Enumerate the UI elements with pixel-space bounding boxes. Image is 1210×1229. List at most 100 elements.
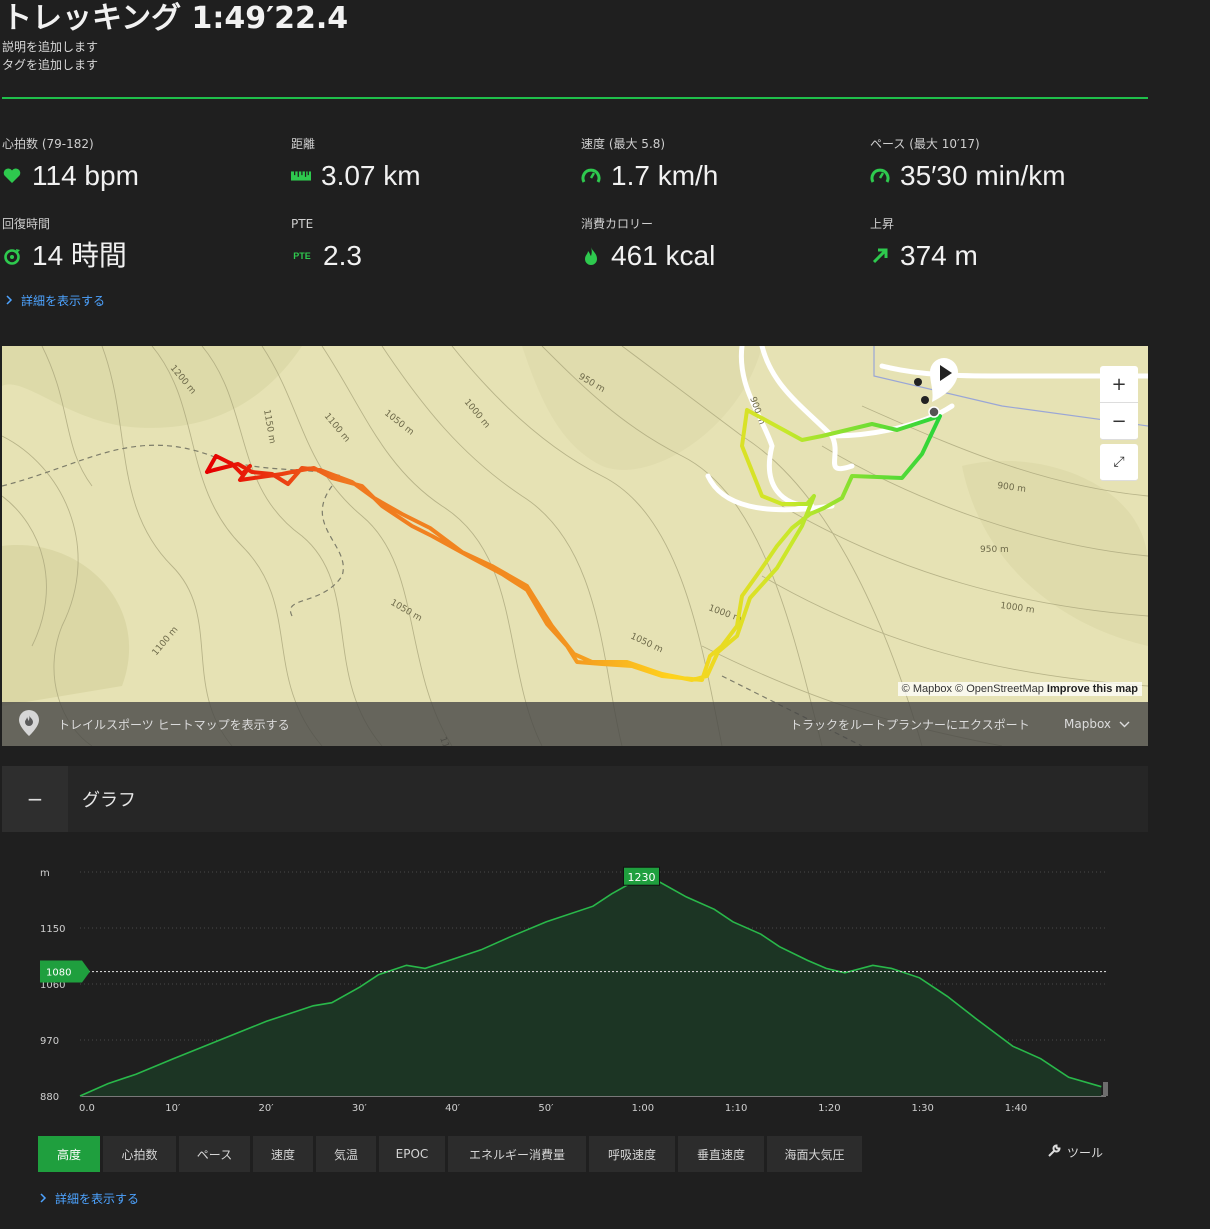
add-tags-link[interactable]: タグを追加します (2, 56, 1148, 74)
max-marker: 1230 (623, 866, 661, 886)
stat-label: 上昇 (870, 217, 895, 231)
end-handle[interactable] (1103, 1082, 1108, 1096)
stat-value: 35′30 min/km (900, 160, 1066, 191)
stat-pte: PTE PTE 2.3 (291, 216, 571, 274)
recovery-icon (2, 246, 22, 266)
map-pin-icon (18, 709, 40, 740)
map-style-label: Mapbox (1064, 717, 1112, 731)
stat-label: ペース (最大 10′17) (870, 137, 980, 151)
stat-label: 距離 (291, 137, 316, 151)
heatmap-label: トレイルスポーツ ヒートマップを表示する (58, 717, 290, 732)
stat-label: 回復時間 (2, 217, 51, 231)
tab-breathing-rate[interactable]: 呼吸速度 (589, 1136, 675, 1172)
export-route-link[interactable]: トラックをルートプランナーにエクスポート (790, 716, 1030, 733)
attribution-mapbox-link[interactable]: © Mapbox (902, 683, 952, 695)
tab-epoc[interactable]: EPOC (379, 1136, 445, 1172)
elevation-area (80, 878, 1102, 1096)
activity-header: トレッキング 1:49′22.4 説明を追加します タグを追加します (2, 0, 1148, 74)
map-style-select[interactable]: Mapbox (1064, 717, 1130, 731)
heart-icon (2, 166, 22, 186)
y-tick-label: 1150 (40, 924, 65, 935)
tab-energy[interactable]: エネルギー消費量 (448, 1136, 586, 1172)
x-tick-label: 40′ (445, 1103, 461, 1114)
show-details-link[interactable]: 詳細を表示する (6, 292, 105, 309)
graph-tabs: 高度 心拍数 ペース 速度 気温 EPOC エネルギー消費量 呼吸速度 垂直速度… (38, 1136, 862, 1172)
tab-pace[interactable]: ペース (179, 1136, 250, 1172)
x-tick-label: 50′ (538, 1103, 554, 1114)
heatmap-toggle[interactable]: トレイルスポーツ ヒートマップを表示する (18, 709, 290, 740)
stat-ascent: 上昇 374 m (870, 216, 1150, 274)
chevron-right-icon (40, 1192, 47, 1206)
stat-label: 消費カロリー (581, 217, 654, 231)
x-tick-label: 1:20 (818, 1103, 840, 1114)
stat-value: 114 bpm (32, 160, 139, 191)
elevation-chart-svg[interactable]: m 88097010601150 0.0 10′ 20′ 30′ 40′ 50′ 1:00 1… (2, 832, 1148, 1124)
show-details-label: 詳細を表示する (55, 1192, 140, 1206)
y-tick-label: 880 (40, 1092, 59, 1103)
x-tick-label: 30′ (352, 1103, 368, 1114)
stat-heart-rate: 心拍数 (79-182) 114 bpm (2, 136, 282, 194)
map-toolbar: トレイルスポーツ ヒートマップを表示する トラックをルートプランナーにエクスポー… (2, 702, 1148, 746)
tab-sea-level-pressure[interactable]: 海面大気圧 (767, 1136, 862, 1172)
tab-vertical-speed[interactable]: 垂直速度 (678, 1136, 764, 1172)
collapse-graph-button[interactable]: − (2, 766, 68, 832)
route-map[interactable]: 1200 m 1150 m 1100 m 1050 m 1000 m 950 m… (2, 346, 1148, 746)
fullscreen-button[interactable]: ⤢ (1100, 444, 1138, 481)
reference-badge-label: 1080 (46, 968, 71, 979)
stat-value: 14 時間 (32, 240, 127, 271)
arrow-up-right-icon (870, 246, 890, 266)
stat-distance: 距離 3.07 km (291, 136, 571, 194)
improve-map-link[interactable]: Improve this map (1047, 683, 1138, 695)
ruler-icon (291, 166, 311, 186)
stat-recovery-time: 回復時間 14 時間 (2, 216, 282, 274)
contour-label: 950 m (980, 545, 1009, 555)
x-tick-label: 1:40 (1005, 1103, 1027, 1114)
x-tick-label: 1:10 (725, 1103, 747, 1114)
show-graph-details-link[interactable]: 詳細を表示する (40, 1190, 139, 1207)
tab-temperature[interactable]: 気温 (316, 1136, 376, 1172)
stat-value: 1.7 km/h (611, 160, 719, 191)
stat-calories: 消費カロリー 461 kcal (581, 216, 861, 274)
chevron-down-icon (1119, 717, 1130, 731)
stat-value: 3.07 km (321, 160, 421, 191)
stat-speed: 速度 (最大 5.8) 1.7 km/h (581, 136, 861, 194)
stat-label: 速度 (最大 5.8) (581, 137, 666, 151)
stat-pace: ペース (最大 10′17) 35′30 min/km (870, 136, 1150, 194)
map-attribution: © Mapbox © OpenStreetMap Improve this ma… (897, 682, 1142, 696)
zoom-out-button[interactable]: − (1100, 403, 1138, 440)
tools-label: ツール (1067, 1146, 1104, 1160)
chevron-right-icon (6, 294, 13, 308)
graph-title: グラフ (82, 790, 136, 811)
x-tick-label: 0.0 (79, 1103, 95, 1114)
activity-title: トレッキング 1:49′22.4 (2, 1, 349, 36)
reference-badge[interactable]: 1080 (40, 960, 90, 983)
attribution-osm-link[interactable]: © OpenStreetMap (955, 683, 1044, 695)
tab-heart-rate[interactable]: 心拍数 (103, 1136, 176, 1172)
y-axis-unit: m (40, 868, 50, 879)
x-tick-label: 10′ (165, 1103, 181, 1114)
zoom-in-button[interactable]: + (1100, 366, 1138, 403)
tools-button[interactable]: ツール (1047, 1144, 1103, 1161)
stat-value: 2.3 (323, 240, 362, 271)
y-tick-label: 970 (40, 1036, 59, 1047)
add-description-link[interactable]: 説明を追加します (2, 38, 1148, 56)
show-details-label: 詳細を表示する (21, 294, 106, 308)
stat-label: PTE (291, 217, 314, 231)
graph-section-header: − グラフ (2, 766, 1148, 832)
x-tick-label: 20′ (259, 1103, 275, 1114)
flame-icon (581, 246, 601, 266)
header-divider (2, 97, 1148, 99)
elevation-chart[interactable]: m 880 970 1060 1150 0.0 10′ 20′ 30′ 40′ 50′ 1:00 1… (2, 832, 1148, 1124)
max-marker-label: 1230 (628, 871, 656, 884)
wrench-icon (1047, 1144, 1061, 1161)
stat-value: 461 kcal (611, 240, 716, 271)
pte-icon: PTE (293, 251, 311, 261)
speedometer-icon (870, 166, 890, 186)
tab-speed[interactable]: 速度 (253, 1136, 313, 1172)
x-tick-label: 1:00 (632, 1103, 654, 1114)
speedometer-icon (581, 166, 601, 186)
tab-altitude[interactable]: 高度 (38, 1136, 100, 1172)
stat-label: 心拍数 (79-182) (2, 137, 94, 151)
stat-value: 374 m (900, 240, 978, 271)
x-tick-label: 1:30 (911, 1103, 933, 1114)
